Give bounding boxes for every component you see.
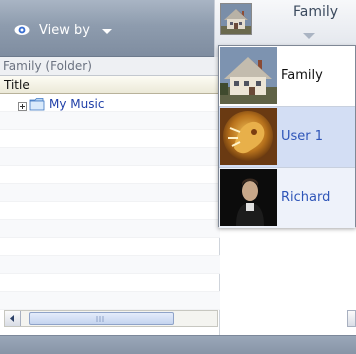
list-row bbox=[0, 274, 220, 292]
user-option-richard[interactable]: Richard bbox=[219, 168, 355, 228]
list-row bbox=[0, 112, 220, 130]
current-user-name: Family bbox=[293, 4, 339, 20]
scroll-thumb[interactable] bbox=[29, 312, 174, 325]
lion-emblem-icon bbox=[220, 108, 277, 165]
list-row bbox=[0, 148, 220, 166]
user-option-label: Richard bbox=[281, 190, 331, 205]
list-row bbox=[0, 130, 220, 148]
list-row bbox=[0, 292, 220, 310]
user-option-family[interactable]: Family bbox=[219, 46, 355, 106]
column-header-title[interactable]: Title bbox=[0, 76, 220, 94]
view-by-label: View by bbox=[39, 22, 90, 38]
expand-plus-icon[interactable] bbox=[18, 100, 27, 111]
chevron-down-icon[interactable] bbox=[303, 29, 315, 39]
eye-icon bbox=[14, 22, 30, 38]
tree-item-my-music[interactable]: My Music bbox=[18, 96, 104, 112]
list-row bbox=[0, 256, 220, 274]
user-option-label: Family bbox=[281, 68, 323, 83]
library-pane: Family (Folder) Title My Music bbox=[0, 57, 220, 335]
user-option-user-1[interactable]: User 1 bbox=[219, 107, 355, 167]
house-icon bbox=[220, 47, 277, 104]
scroll-left-button[interactable] bbox=[5, 311, 21, 326]
house-icon bbox=[220, 3, 252, 35]
caret-down-icon bbox=[101, 25, 112, 35]
list-row bbox=[0, 184, 220, 202]
user-option-label: User 1 bbox=[281, 129, 324, 144]
scroll-right-button[interactable] bbox=[347, 310, 356, 327]
list-row bbox=[0, 202, 220, 220]
list-row bbox=[0, 238, 220, 256]
view-by-button[interactable]: View by bbox=[14, 20, 112, 40]
horizontal-scrollbar[interactable] bbox=[4, 310, 218, 327]
bottom-bar bbox=[0, 335, 356, 354]
list-row bbox=[0, 220, 220, 238]
list-row bbox=[0, 166, 220, 184]
person-photo-icon bbox=[220, 169, 277, 226]
list-rows bbox=[0, 94, 220, 310]
pane-header: Family (Folder) bbox=[0, 57, 220, 76]
folder-icon bbox=[29, 97, 45, 111]
tree-item-label: My Music bbox=[49, 97, 105, 111]
user-dropdown-menu: Family User 1 Richard bbox=[218, 45, 356, 228]
